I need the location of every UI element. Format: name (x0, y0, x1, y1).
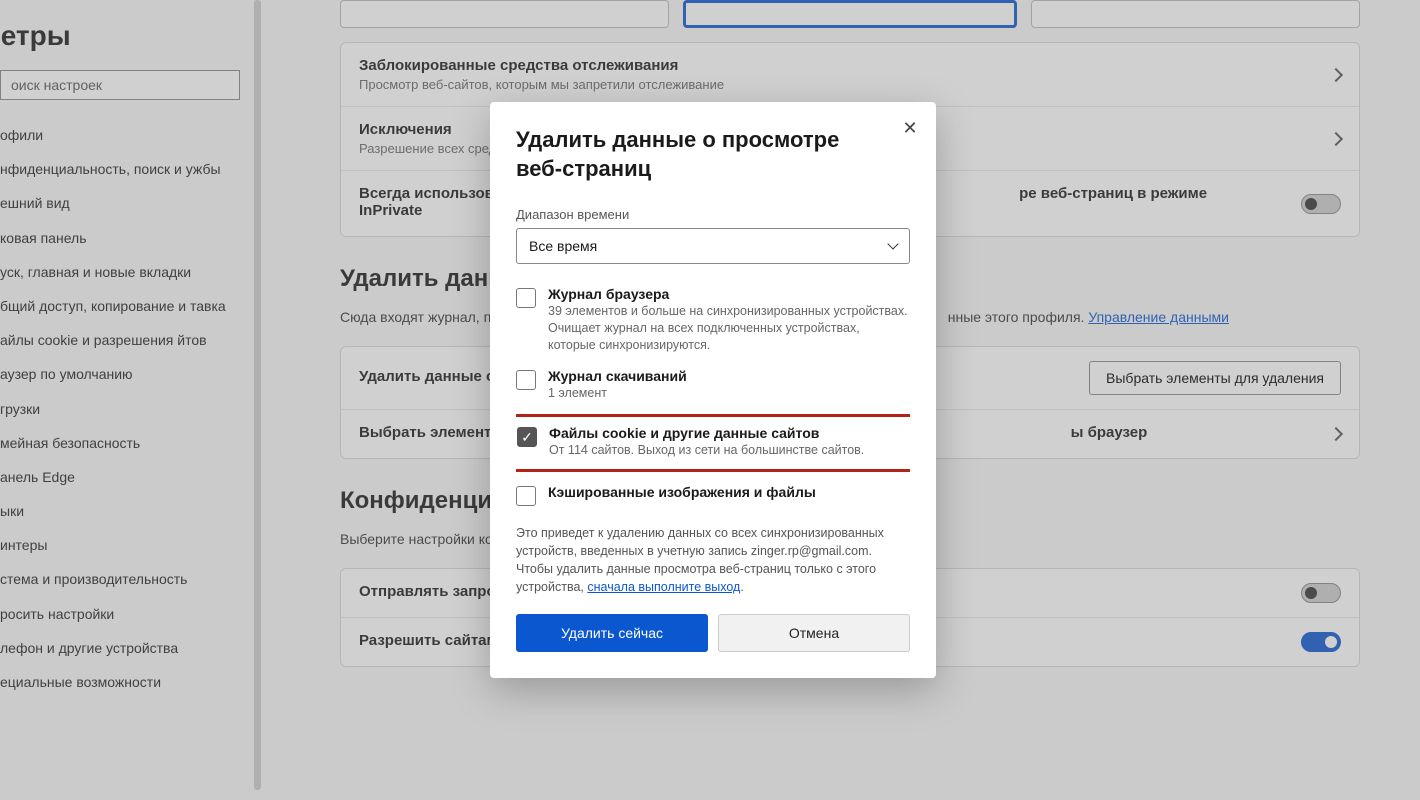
data-type-subtitle: От 114 сайтов. Выход из сети на большинс… (549, 442, 905, 459)
time-range-label: Диапазон времени (516, 207, 910, 222)
sign-out-first-link[interactable]: сначала выполните выход (587, 580, 740, 594)
sync-warning-note: Это приведет к удалению данных со всех с… (516, 524, 910, 597)
data-type-subtitle: 1 элемент (548, 385, 910, 402)
time-range-value: Все время (529, 238, 597, 254)
data-type-title: Журнал браузера (548, 286, 910, 302)
dialog-title: Удалить данные о просмотре веб-страниц (516, 126, 910, 183)
checkbox[interactable] (516, 288, 536, 308)
checkbox[interactable] (516, 486, 536, 506)
cancel-button[interactable]: Отмена (718, 614, 910, 652)
data-type-row-2[interactable]: Файлы cookie и другие данные сайтовОт 11… (516, 414, 910, 472)
data-type-row-0[interactable]: Журнал браузера39 элементов и больше на … (516, 280, 910, 362)
data-types-list: Журнал браузера39 элементов и больше на … (516, 280, 910, 513)
data-type-row-3[interactable]: Кэшированные изображения и файлы (516, 478, 910, 514)
clear-now-button[interactable]: Удалить сейчас (516, 614, 708, 652)
close-icon[interactable]: ✕ (898, 116, 922, 140)
data-type-title: Журнал скачиваний (548, 368, 910, 384)
checkbox[interactable] (517, 427, 537, 447)
data-type-title: Кэшированные изображения и файлы (548, 484, 910, 500)
time-range-select[interactable]: Все время (516, 228, 910, 264)
chevron-down-icon (887, 239, 898, 250)
checkbox[interactable] (516, 370, 536, 390)
data-type-title: Файлы cookie и другие данные сайтов (549, 425, 905, 441)
data-type-subtitle: 39 элементов и больше на синхронизирован… (548, 303, 910, 354)
clear-browsing-data-dialog: ✕ Удалить данные о просмотре веб-страниц… (490, 102, 936, 678)
data-type-row-1[interactable]: Журнал скачиваний1 элемент (516, 362, 910, 410)
